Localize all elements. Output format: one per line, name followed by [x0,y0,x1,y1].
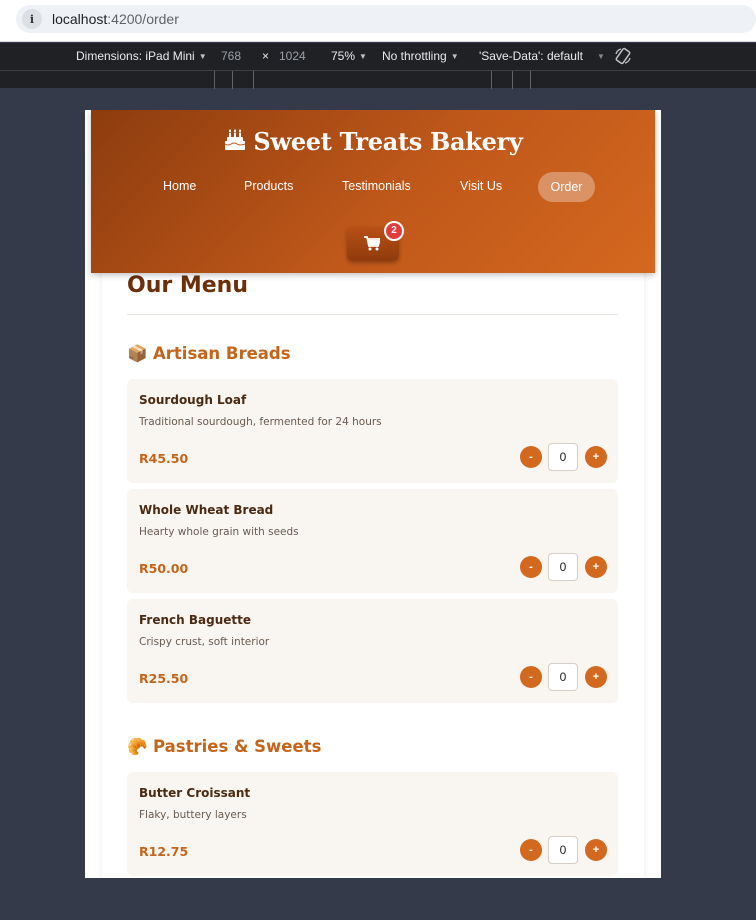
increase-quantity-button[interactable]: + [585,556,607,578]
product-card: Sourdough Loaf Traditional sourdough, fe… [127,379,618,483]
product-price: R25.50 [139,671,189,686]
cart-count-badge: 2 [384,221,404,241]
throttling-select[interactable]: No throttling ▼ [382,49,459,63]
croissant-icon: 🥐 [127,737,148,756]
category-name: Artisan Breads [153,344,291,363]
product-price: R45.50 [139,451,189,466]
product-name: Whole Wheat Bread [139,503,274,517]
quantity-input[interactable]: 0 [548,553,578,581]
save-data-label: 'Save-Data': default [479,49,583,63]
chevron-down-icon: ▼ [359,52,367,61]
birthday-cake-icon [225,129,246,150]
product-price: R50.00 [139,561,189,576]
product-description: Hearty whole grain with seeds [139,526,299,538]
throttling-label: No throttling [382,49,447,63]
category-name: Pastries & Sweets [153,737,322,756]
device-viewport: Sweet Treats Bakery Home Products Testim… [85,110,661,878]
increase-quantity-button[interactable]: + [585,839,607,861]
title-divider [127,314,618,315]
nav-link-products[interactable]: Products [244,179,293,193]
nav-link-visit-us[interactable]: Visit Us [460,179,502,193]
product-description: Crispy crust, soft interior [139,636,270,648]
product-name: Sourdough Loaf [139,393,247,407]
width-input[interactable]: 768 [221,49,241,63]
main-nav: Home Products Testimonials Visit Us Orde… [91,172,655,202]
nav-link-testimonials[interactable]: Testimonials [342,179,411,193]
product-name: French Baguette [139,613,251,627]
save-data-select[interactable]: 'Save-Data': default ▼ [479,49,605,63]
device-toolbar: Dimensions: iPad Mini ▼ 768 × 1024 75% ▼ N… [0,43,756,70]
product-card: Whole Wheat Bread Hearty whole grain wit… [127,489,618,593]
menu-section: Our Menu 📦 Artisan Breads Sourdough Loaf … [102,260,644,878]
rotate-icon[interactable] [614,47,632,65]
nav-link-order[interactable]: Order [538,172,595,202]
product-description: Flaky, buttery layers [139,809,247,821]
decrease-quantity-button[interactable]: - [520,446,542,468]
zoom-label: 75% [331,49,356,63]
product-card: French Baguette Crispy crust, soft inter… [127,599,618,703]
quantity-input[interactable]: 0 [548,836,578,864]
brand-title[interactable]: Sweet Treats Bakery [91,127,655,156]
dimension-separator: × [262,49,270,63]
category-heading-breads: 📦 Artisan Breads [127,344,291,364]
product-description: Traditional sourdough, fermented for 24 … [139,416,382,428]
device-label: Dimensions: iPad Mini [76,49,195,63]
site-info-icon[interactable]: i [22,9,42,29]
brand-name: Sweet Treats Bakery [253,127,523,156]
height-input[interactable]: 1024 [279,49,306,63]
quantity-input[interactable]: 0 [548,663,578,691]
chevron-down-icon: ▼ [450,52,459,61]
site-header: Sweet Treats Bakery Home Products Testim… [91,110,655,273]
product-card: Butter Croissant Flaky, buttery layers R… [127,772,618,876]
increase-quantity-button[interactable]: + [585,666,607,688]
product-name: Butter Croissant [139,786,251,800]
decrease-quantity-button[interactable]: - [520,556,542,578]
url-path: :4200/order [107,11,179,27]
nav-link-home[interactable]: Home [163,179,196,193]
media-query-ruler[interactable] [0,70,756,89]
decrease-quantity-button[interactable]: - [520,839,542,861]
category-heading-pastries: 🥐 Pastries & Sweets [127,737,321,757]
increase-quantity-button[interactable]: + [585,446,607,468]
chevron-down-icon: ▼ [596,52,605,61]
menu-title: Our Menu [127,273,249,298]
zoom-select[interactable]: 75% ▼ [331,49,367,63]
url-host: localhost [52,11,108,27]
device-select[interactable]: Dimensions: iPad Mini ▼ [76,49,207,63]
product-price: R12.75 [139,844,189,859]
decrease-quantity-button[interactable]: - [520,666,542,688]
package-icon: 📦 [127,344,148,363]
quantity-input[interactable]: 0 [548,443,578,471]
chevron-down-icon: ▼ [198,52,207,61]
browser-toolbar: i localhost:4200/order [0,0,756,42]
shopping-cart-icon [364,236,380,251]
url-text[interactable]: localhost:4200/order [52,11,179,27]
